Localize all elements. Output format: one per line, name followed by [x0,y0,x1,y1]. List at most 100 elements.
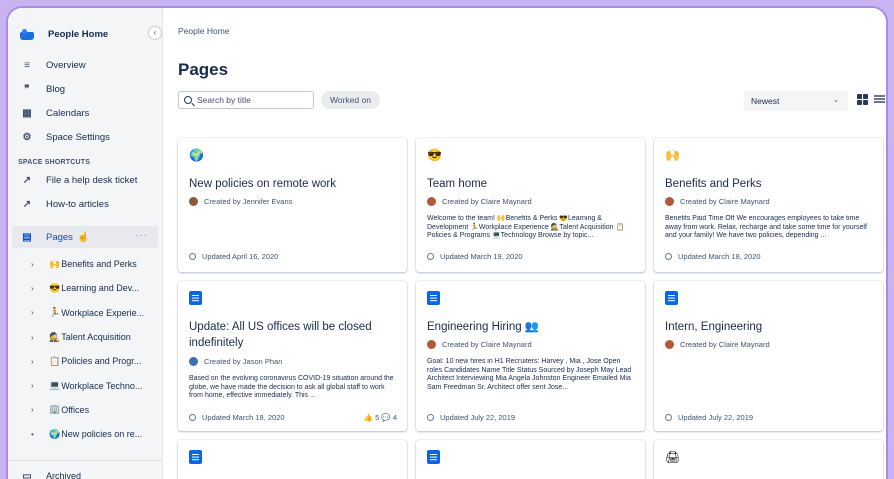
author-text: Created by Claire Maynard [680,197,770,206]
card-excerpt: Based on the evolving coronavirus COVID-… [189,375,394,400]
sunglasses-icon: 😎 [427,148,442,162]
raised-hands-icon: 🙌 [665,148,680,162]
tree-item-benefits[interactable]: › 🙌 Benefits and Perks [8,252,162,276]
shortcut-how-to[interactable]: ↗ How-to articles [8,192,162,216]
avatar [427,340,436,349]
page-icon [665,291,679,305]
page-icon [427,450,441,464]
tree-item-label: Workplace Techno... [61,380,143,391]
page-card[interactable]: Engineering Hiring 👥 Created by Claire M… [416,281,645,431]
chevron-right-icon[interactable]: › [31,333,41,342]
list-view-icon[interactable] [874,95,885,104]
sidebar-divider [8,460,162,461]
author-text: Created by Claire Maynard [442,197,532,206]
card-title[interactable]: Engineering Hiring 👥 [427,319,637,335]
printer-icon: 🖨 [665,450,681,464]
sort-select[interactable]: Newest ⌄ [744,91,848,111]
clipboard-icon: 📋 [49,355,61,366]
tree-item-learning[interactable]: › 😎 Learning and Dev... [8,276,162,300]
card-excerpt: Goal: 10 new hires in H1 Recruiters: Har… [427,358,632,391]
chevron-right-icon[interactable]: › [31,308,41,317]
page-icon [189,291,203,305]
pages-icon: ▤ [22,231,32,243]
updated-text: Updated April 16, 2020 [202,252,279,261]
updated-text: Updated July 22, 2019 [678,413,754,422]
card-author: Created by Claire Maynard [665,197,770,206]
tree-item-policies[interactable]: › 📋 Policies and Progr... [8,349,162,373]
pages-label: Pages [46,231,73,243]
sidebar: People Home ‹ ≡ Overview ❞ Blog ▦ Calend… [8,8,163,479]
chevron-right-icon[interactable]: › [31,381,41,390]
sidebar-item-archived[interactable]: ▭ Archived [21,470,81,479]
page-card[interactable] [416,440,645,479]
chevron-right-icon[interactable]: › [31,405,41,414]
card-title[interactable]: Update: All US offices will be closed in… [189,319,399,351]
archived-label: Archived [46,471,82,479]
likes-comments-count: 👍 5 💬 4 [363,413,397,422]
card-title[interactable]: Team home [427,176,637,192]
page-card[interactable]: Update: All US offices will be closed in… [178,281,407,431]
page-card[interactable]: 🙌 Benefits and Perks Created by Claire M… [654,138,883,272]
tree-item-workplace-experience[interactable]: › 🏃 Workplace Experie... [8,301,162,325]
card-title[interactable]: Intern, Engineering [665,319,875,335]
search-input[interactable]: Search by title [178,91,314,109]
tree-item-offices[interactable]: › 🏢 Offices [8,398,162,422]
tree-item-talent[interactable]: › 🕵 Talent Acquisition [8,325,162,349]
globe-icon: 🌍 [49,428,61,439]
author-text: Created by Jason Phan [204,357,283,366]
card-title[interactable]: Benefits and Perks [665,176,875,192]
tree-item-workplace-tech[interactable]: › 💻 Workplace Techno... [8,373,162,397]
nav-item-space-settings[interactable]: ⚙ Space Settings [8,125,162,149]
gear-icon: ⚙ [22,131,32,143]
page-card[interactable]: 🖨 [654,440,883,479]
author-text: Created by Jennifer Evans [204,197,293,206]
nav-item-overview[interactable]: ≡ Overview [8,53,162,77]
tree-item-label: Policies and Progr... [61,356,142,367]
page-card[interactable]: 🌍 New policies on remote work Created by… [178,138,407,272]
shortcut-help-desk[interactable]: ↗ File a help desk ticket [8,168,162,192]
app-window: People Home ‹ ≡ Overview ❞ Blog ▦ Calend… [8,8,886,479]
card-title[interactable]: New policies on remote work [189,176,399,192]
breadcrumb[interactable]: People Home [178,26,230,36]
card-author: Created by Claire Maynard [665,340,770,349]
clock-icon [427,253,434,260]
chevron-right-icon[interactable]: › [31,260,41,269]
detective-icon: 🕵 [49,331,61,342]
overview-icon: ≡ [24,59,30,71]
card-updated: Updated July 22, 2019 [427,413,515,422]
chevron-right-icon[interactable]: › [31,284,41,293]
card-author: Created by Claire Maynard [427,340,532,349]
collapse-sidebar-button[interactable]: ‹ [148,26,162,40]
tree-item-new-policies[interactable]: • 🌍 New policies on re... [8,422,162,446]
card-updated: Updated April 16, 2020 [189,252,278,261]
search-placeholder: Search by title [197,95,251,105]
calendar-icon: ▦ [22,107,32,119]
globe-icon: 🌍 [189,148,204,162]
grid-view-icon[interactable] [857,94,868,105]
nav-item-calendars[interactable]: ▦ Calendars [8,101,162,125]
clock-icon [189,253,196,260]
page-card[interactable]: Intern, Engineering Created by Claire Ma… [654,281,883,431]
updated-text: Updated March 18, 2020 [202,413,285,422]
chevron-right-icon[interactable]: › [31,357,41,366]
avatar [665,340,674,349]
sidebar-item-pages[interactable]: ▤ Pages ☝ ··· [12,226,158,248]
blog-icon: ❞ [24,83,30,95]
space-header[interactable]: People Home [8,20,162,48]
worked-on-filter-button[interactable]: Worked on [321,91,380,109]
laptop-icon: 💻 [49,380,61,391]
card-author: Created by Jennifer Evans [189,197,292,206]
office-building-icon: 🏢 [49,404,61,415]
card-updated: Updated July 22, 2019 [665,413,753,422]
card-updated: Updated March 19, 2020 [427,252,523,261]
card-excerpt: Welcome to the team! 🙌Benefits & Perks 😎… [427,215,625,240]
page-icon [427,291,441,305]
page-card[interactable] [178,440,407,479]
more-actions-button[interactable]: ··· [135,230,148,241]
tree-item-label: Offices [61,404,90,415]
updated-text: Updated July 22, 2019 [440,413,516,422]
updated-text: Updated March 18, 2020 [678,252,761,261]
page-card[interactable]: 😎 Team home Created by Claire Maynard We… [416,138,645,272]
avatar [427,197,436,206]
nav-item-blog[interactable]: ❞ Blog [8,77,162,101]
